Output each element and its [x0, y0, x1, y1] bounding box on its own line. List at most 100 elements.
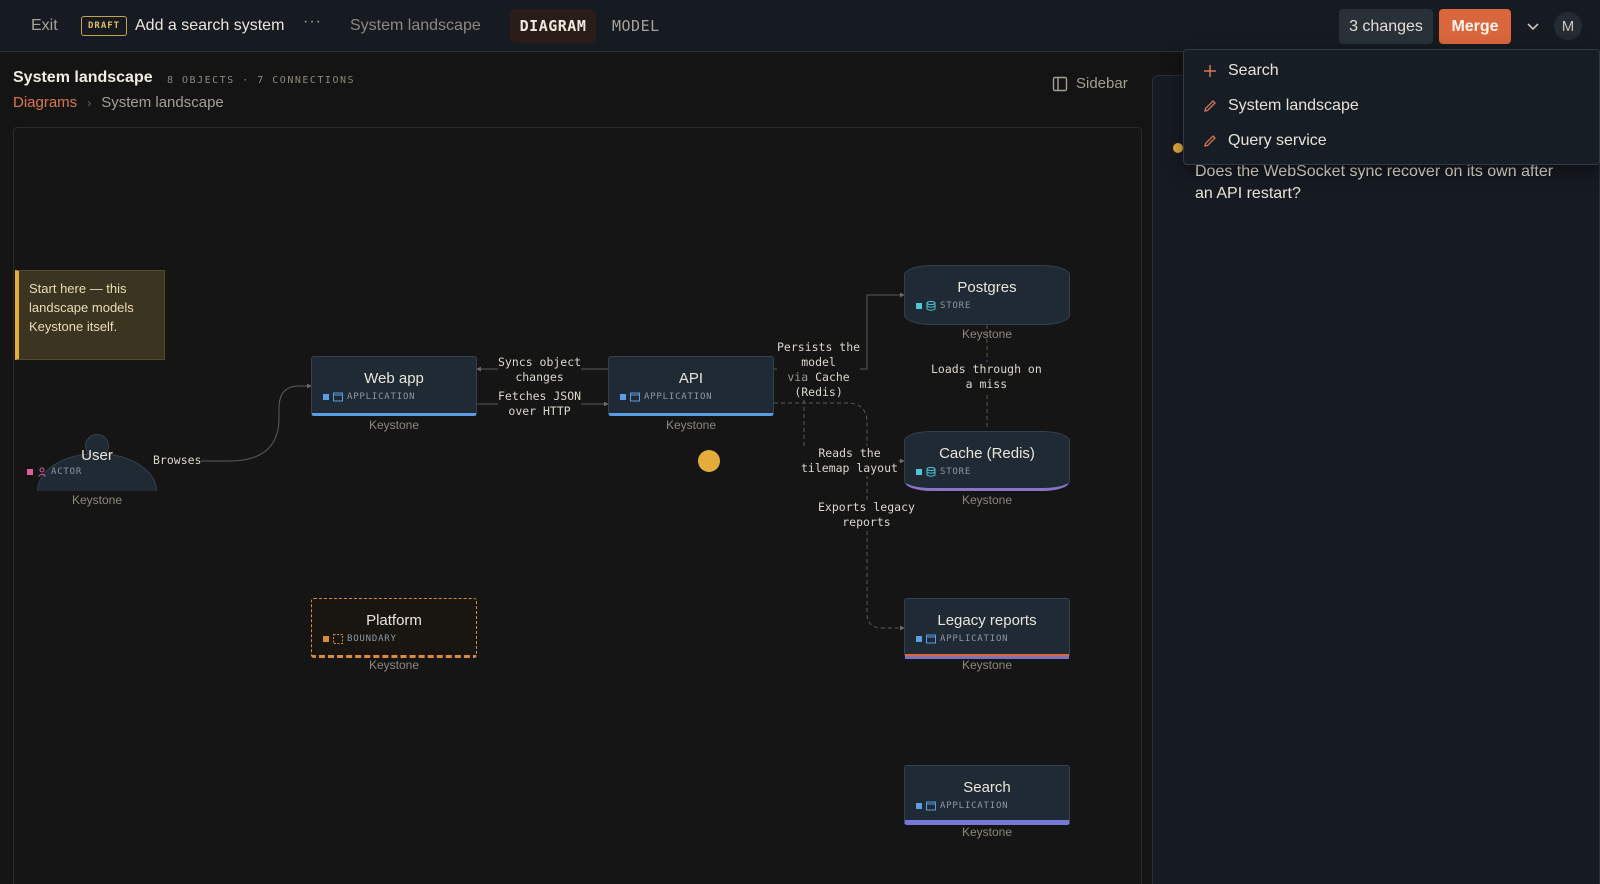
sidebar-toggle-button[interactable]: Sidebar — [1052, 75, 1128, 92]
node-title: Web app — [364, 370, 424, 387]
database-icon — [926, 467, 936, 477]
node-user-system: Keystone — [71, 493, 123, 507]
chevron-down-icon[interactable] — [1525, 18, 1541, 34]
kind-color-dot — [916, 803, 922, 809]
edge-label-via: via — [787, 370, 809, 384]
edge-label-syncs[interactable]: Syncs object changes — [498, 355, 582, 385]
node-webapp[interactable]: Web app APPLICATION — [311, 356, 477, 416]
tab-model[interactable]: MODEL — [612, 17, 660, 35]
edge-label-exports[interactable]: Exports legacy reports — [818, 500, 915, 530]
more-options-button[interactable]: ··· — [303, 13, 322, 31]
node-title: API — [678, 370, 704, 387]
node-kind: STORE — [916, 301, 971, 311]
tab-diagram[interactable]: DIAGRAM — [510, 9, 596, 43]
sidebar-toggle-label: Sidebar — [1076, 75, 1128, 92]
edge-label-reads[interactable]: Reads the tilemap layout — [801, 446, 898, 476]
branch-title[interactable]: Add a search system — [135, 17, 284, 35]
edge-label-line: Exports legacy — [818, 500, 915, 514]
menu-item-search[interactable]: Search — [1202, 62, 1279, 80]
menu-item-query-service[interactable]: Query service — [1202, 132, 1327, 150]
menu-item-label: Query service — [1228, 132, 1327, 149]
comment-text[interactable]: Does the WebSocket sync recover on its o… — [1195, 161, 1555, 205]
window-icon — [333, 392, 343, 402]
node-search[interactable]: Search APPLICATION — [904, 765, 1070, 825]
window-icon — [926, 801, 936, 811]
edge-label-persists[interactable]: Persists the model via Cache (Redis) — [777, 340, 861, 400]
menu-item-label: Search — [1228, 62, 1279, 79]
node-platform-system: Keystone — [368, 658, 420, 672]
changes-button[interactable]: 3 changes — [1339, 9, 1433, 44]
page-title: System landscape — [13, 69, 153, 86]
node-title: Postgres — [957, 279, 1017, 296]
node-postgres[interactable]: Postgres STORE — [904, 265, 1070, 325]
comment-marker[interactable] — [1173, 143, 1183, 153]
edge-label-line: model — [801, 355, 836, 369]
node-kind: APPLICATION — [916, 634, 1008, 644]
kind-color-dot — [916, 303, 922, 309]
sidebar-icon — [1052, 76, 1068, 91]
edge-label-line: Fetches JSON — [498, 389, 582, 403]
edge-label-line: Persists the — [777, 340, 861, 354]
edge-label-loads[interactable]: Loads through on a miss — [931, 362, 1042, 392]
node-api[interactable]: API APPLICATION — [608, 356, 774, 416]
node-title: Search — [963, 779, 1011, 796]
breadcrumb-current: System landscape — [101, 94, 224, 111]
window-icon — [630, 392, 640, 402]
node-kind: BOUNDARY — [323, 634, 397, 644]
edge-label-fetches[interactable]: Fetches JSON over HTTP — [498, 389, 582, 419]
kind-label: STORE — [940, 301, 972, 311]
node-search-system: Keystone — [961, 825, 1013, 839]
edge-label-via-target: Cache — [815, 370, 850, 384]
edge-label-line: Syncs object — [498, 355, 582, 369]
diagram-crumb[interactable]: System landscape — [350, 17, 481, 35]
kind-label: APPLICATION — [347, 392, 416, 402]
kind-label: APPLICATION — [644, 392, 713, 402]
boundary-icon — [333, 634, 343, 644]
node-cache[interactable]: Cache (Redis) STORE — [904, 431, 1070, 491]
pencil-icon — [1204, 100, 1216, 112]
breadcrumb: Diagrams › System landscape — [13, 94, 224, 111]
menu-item-label: System landscape — [1228, 97, 1359, 114]
edge-label-line: (Redis) — [794, 385, 843, 399]
kind-color-dot — [916, 469, 922, 475]
kind-label: APPLICATION — [940, 801, 1009, 811]
plus-icon — [1204, 65, 1216, 77]
kind-label: STORE — [940, 467, 972, 477]
edge-label-line: reports — [842, 515, 891, 529]
node-platform-boundary[interactable]: Platform BOUNDARY — [311, 598, 477, 658]
edge-label-line: changes — [515, 370, 564, 384]
edge-browses — [157, 383, 312, 462]
person-icon — [38, 467, 46, 477]
kind-label: APPLICATION — [940, 634, 1009, 644]
node-legacy-reports[interactable]: Legacy reports APPLICATION — [904, 598, 1070, 659]
exit-button[interactable]: Exit — [31, 17, 58, 35]
node-kind: STORE — [916, 467, 971, 477]
chevron-right-icon: › — [87, 95, 92, 110]
sticky-note[interactable]: Start here — this landscape models Keyst… — [15, 270, 165, 360]
edge-label-line: Loads through on — [931, 362, 1042, 376]
database-icon — [926, 301, 936, 311]
avatar[interactable]: M — [1554, 12, 1582, 40]
draft-badge: DRAFT — [81, 16, 128, 36]
node-postgres-system: Keystone — [961, 327, 1013, 341]
node-kind: APPLICATION — [916, 801, 1008, 811]
window-icon — [926, 634, 936, 644]
branch-dropdown-menu: Search System landscape Query service — [1183, 49, 1600, 165]
edge-exports — [866, 461, 905, 631]
kind-label: ACTOR — [51, 467, 83, 477]
node-user-kind: ACTOR — [27, 467, 82, 477]
edge-label-browses[interactable]: Browses — [153, 453, 202, 468]
kind-color-dot — [620, 394, 626, 400]
edge-label-line: tilemap layout — [801, 461, 898, 475]
merge-button[interactable]: Merge — [1439, 9, 1511, 44]
diagram-canvas[interactable]: Start here — this landscape models Keyst… — [13, 127, 1142, 884]
breadcrumb-diagrams-link[interactable]: Diagrams — [13, 94, 77, 111]
kind-color-dot — [323, 394, 329, 400]
node-user-title: User — [81, 447, 113, 464]
node-title: Legacy reports — [937, 612, 1037, 629]
edge-label-line: over HTTP — [508, 404, 571, 418]
node-kind: APPLICATION — [323, 392, 415, 402]
node-legacy-system: Keystone — [961, 658, 1013, 672]
menu-item-system-landscape[interactable]: System landscape — [1202, 97, 1359, 115]
edge-label-line: via Cache — [777, 370, 860, 385]
